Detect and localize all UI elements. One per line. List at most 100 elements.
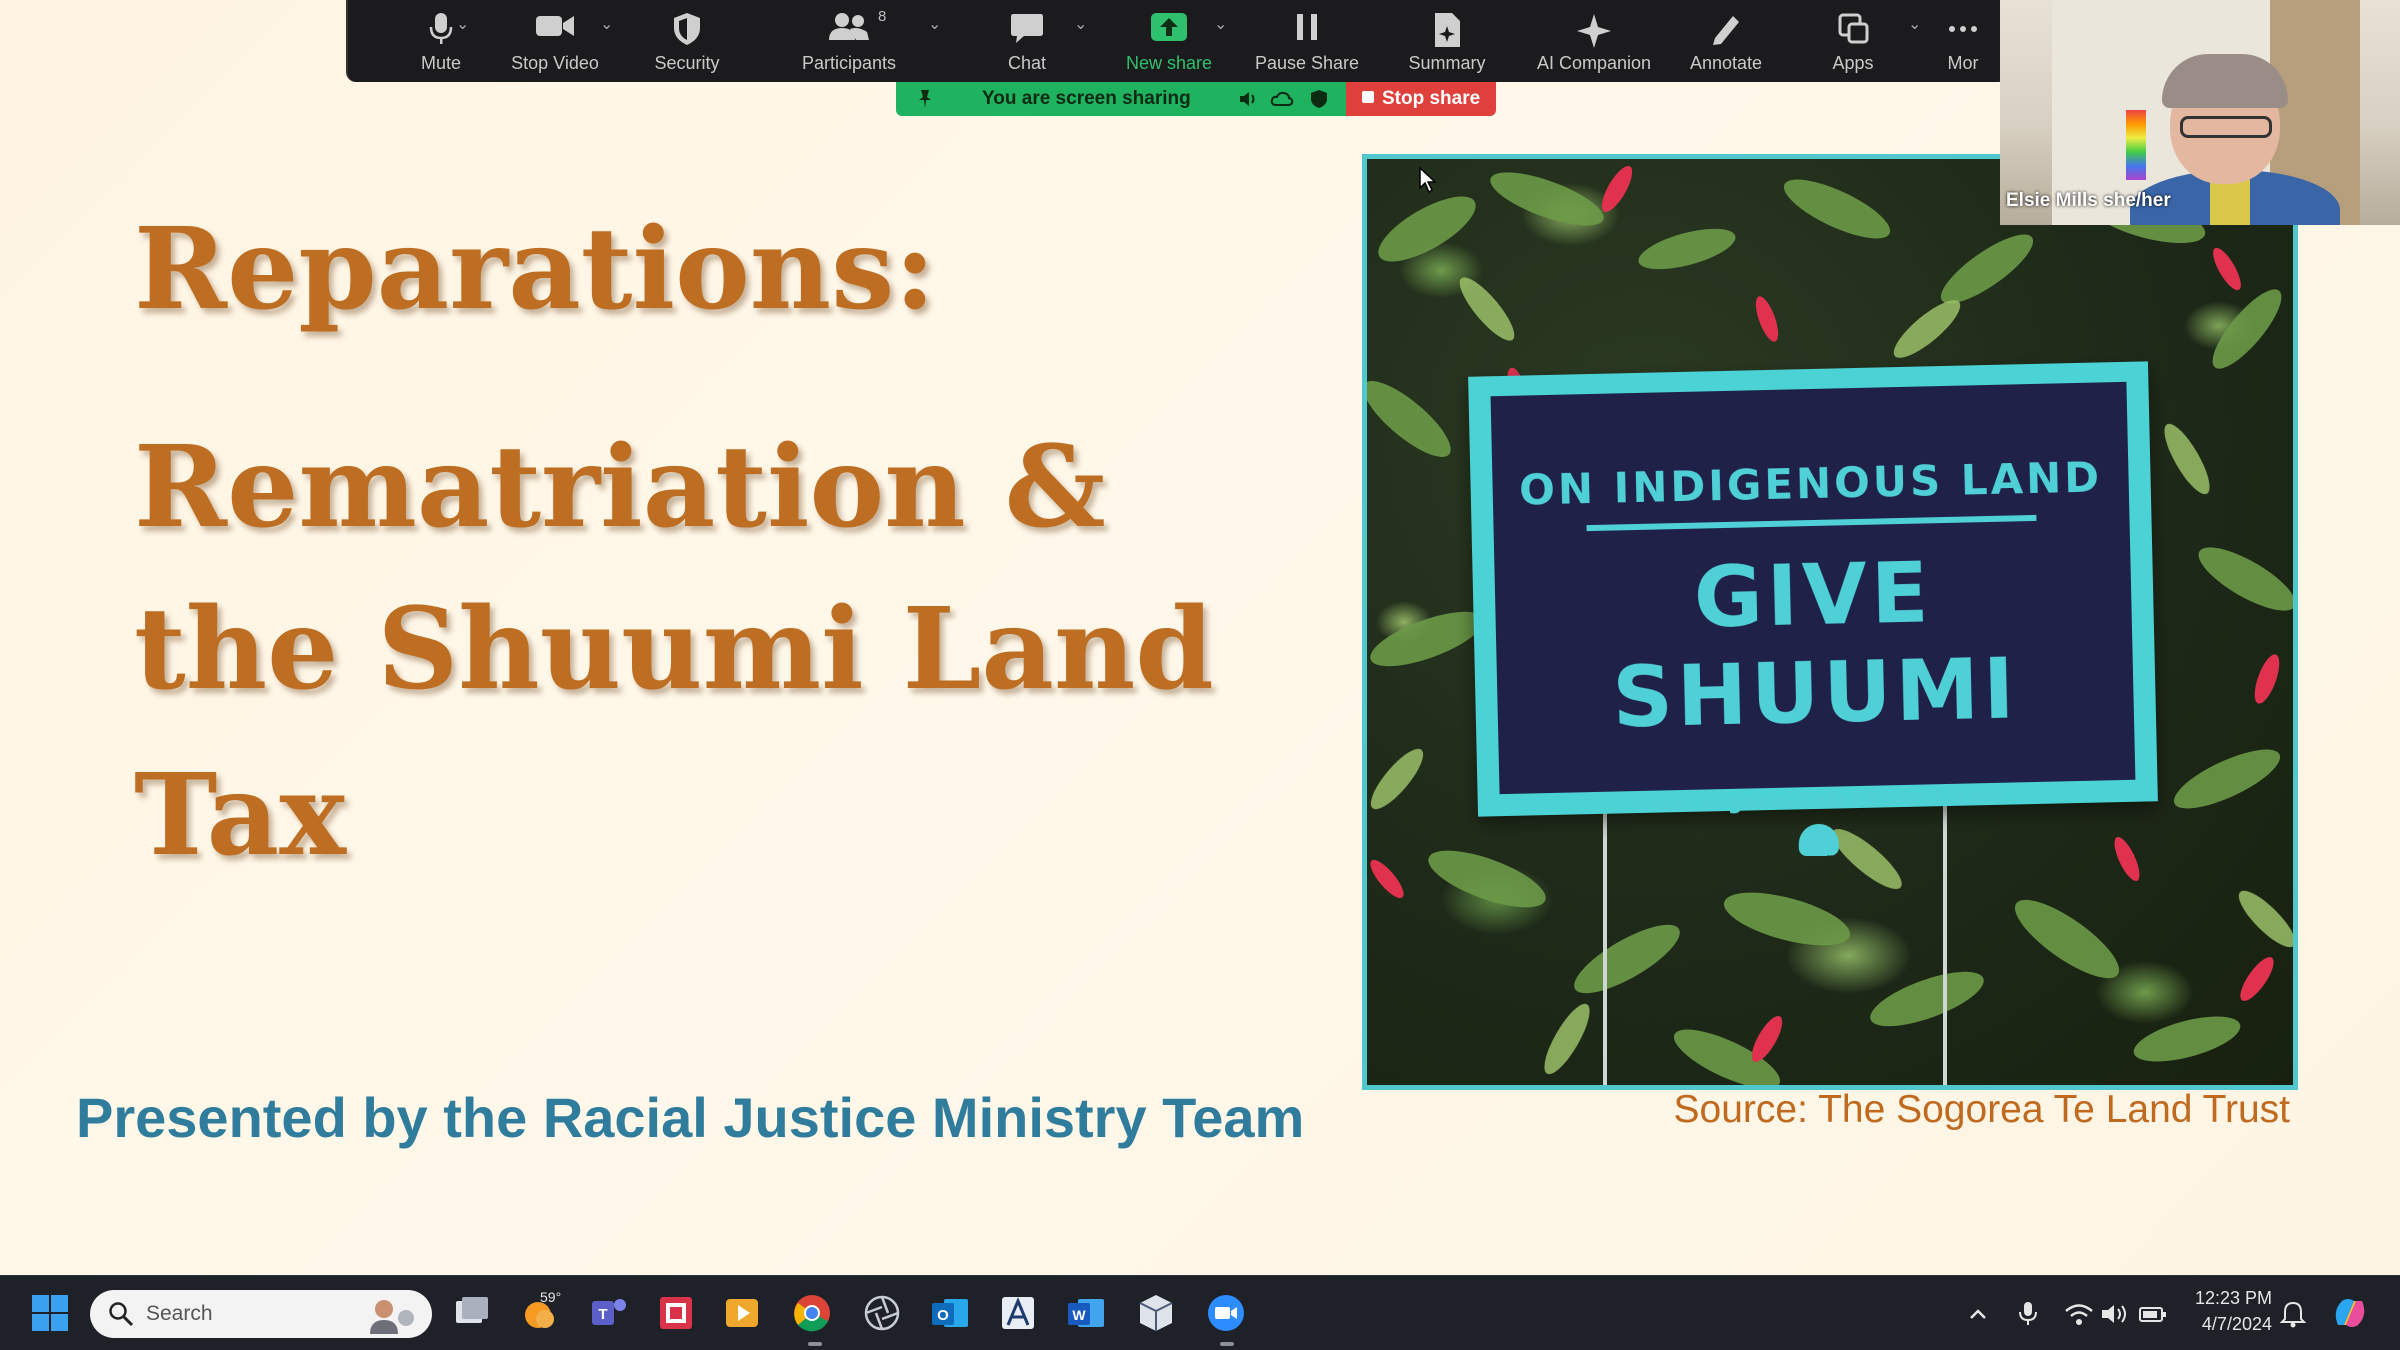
summary-doc-icon [1435, 13, 1460, 47]
shield-check-icon[interactable] [1310, 89, 1328, 109]
volume-icon[interactable] [2100, 1302, 2130, 1326]
svg-text:T: T [598, 1306, 607, 1323]
summary-button[interactable]: Summary [1382, 0, 1512, 82]
share-up-arrow-icon [1151, 13, 1187, 41]
battery-icon[interactable] [2138, 1302, 2168, 1326]
sign-divider [1586, 514, 2037, 532]
show-hidden-icons-chevron-icon[interactable] [1966, 1302, 1990, 1326]
task-view-icon[interactable] [450, 1291, 494, 1335]
search-placeholder: Search [146, 1302, 213, 1325]
slide-title-line-1: Reparations: [134, 204, 936, 335]
share-options-chevron-icon[interactable]: ⌄ [1214, 14, 1227, 33]
weather-temperature: 59° [540, 1289, 562, 1305]
clock-date[interactable]: 4/7/2024 [2202, 1314, 2272, 1335]
pause-icon [1297, 14, 1317, 40]
security-label: Security [654, 53, 720, 73]
presentation-app-icon[interactable] [654, 1291, 698, 1335]
stop-share-button[interactable]: Stop share [1346, 82, 1496, 116]
annotate-label: Annotate [1689, 53, 1763, 73]
shield-icon [674, 13, 700, 45]
ellipsis-icon [1949, 26, 1977, 32]
notification-bell-icon[interactable] [2280, 1300, 2306, 1328]
sign-stake-right [1943, 799, 1947, 1085]
speaker-icon[interactable] [1238, 90, 1258, 108]
participant-video-tile[interactable]: Elsie Mills she/her [2000, 0, 2400, 225]
pause-share-button[interactable]: Pause Share [1242, 0, 1372, 82]
outlook-icon[interactable]: O [928, 1291, 972, 1335]
ink-app-icon[interactable] [996, 1291, 1040, 1335]
sign-line-2: GIVE SHUUMI [1611, 543, 2020, 747]
sign-photo: ON INDIGENOUS LAND GIVE SHUUMI www.sogor… [1362, 154, 2298, 1090]
chat-label: Chat [1007, 53, 1047, 73]
more-label: Mor [1947, 53, 1979, 73]
chat-button[interactable]: Chat [962, 0, 1092, 82]
apps-options-chevron-icon[interactable]: ⌄ [1908, 14, 1921, 33]
participants-label: Participants [801, 53, 897, 73]
stop-video-label: Stop Video [511, 53, 599, 73]
clock-time[interactable]: 12:23 PM [2195, 1288, 2272, 1309]
mute-options-chevron-icon[interactable]: ⌄ [456, 14, 469, 33]
svg-text:W: W [1072, 1307, 1086, 1323]
video-options-chevron-icon[interactable]: ⌄ [600, 14, 613, 33]
sign-stake-left [1603, 799, 1607, 1085]
chat-options-chevron-icon[interactable]: ⌄ [1074, 14, 1087, 33]
tray-microphone-icon[interactable] [2016, 1300, 2040, 1328]
aperture-app-icon[interactable] [860, 1291, 904, 1335]
screen-sharing-status-text: You are screen sharing [982, 88, 1191, 109]
apps-label: Apps [1832, 53, 1874, 73]
package-app-icon[interactable] [1134, 1291, 1178, 1335]
yard-sign: ON INDIGENOUS LAND GIVE SHUUMI www.sogor… [1468, 361, 2158, 857]
participants-options-chevron-icon[interactable]: ⌄ [928, 14, 941, 33]
ai-companion-label: AI Companion [1536, 53, 1652, 73]
svg-text:O: O [937, 1307, 949, 1324]
presenter-credit: Presented by the Racial Justice Ministry… [76, 1086, 1305, 1149]
windows-start-icon[interactable] [28, 1291, 72, 1335]
pin-icon [919, 90, 931, 108]
wifi-icon[interactable] [2064, 1302, 2094, 1326]
weather-widget[interactable]: 59° [516, 1289, 576, 1335]
new-share-label: New share [1125, 53, 1213, 73]
word-icon[interactable]: W [1064, 1291, 1108, 1335]
chrome-icon[interactable] [790, 1291, 834, 1335]
slide-title-line-3: the Shuumi Land [134, 584, 1214, 715]
copilot-icon[interactable] [2328, 1291, 2372, 1335]
apps-button[interactable]: Apps [1788, 0, 1918, 82]
mouse-cursor-icon [1419, 166, 1437, 194]
video-camera-icon [536, 16, 574, 36]
slide-title-line-2: Rematriation & [134, 422, 1106, 553]
stop-video-button[interactable]: Stop Video [490, 0, 620, 82]
participant-name-label: Elsie Mills she/her [2006, 190, 2171, 211]
new-share-button[interactable]: New share [1104, 0, 1234, 82]
pencil-icon [1713, 16, 1739, 45]
apps-icon [1838, 13, 1869, 44]
chat-bubble-icon [1011, 14, 1043, 43]
screen-sharing-status-bar[interactable]: You are screen sharing [896, 82, 1346, 116]
zoom-app-icon[interactable] [1204, 1291, 1248, 1335]
security-button[interactable]: Security [622, 0, 752, 82]
participant-glasses [2180, 116, 2272, 138]
search-icon [109, 1302, 134, 1327]
annotate-button[interactable]: Annotate [1661, 0, 1791, 82]
zoom-running-indicator [1220, 1342, 1234, 1346]
participants-button[interactable]: Participants [784, 0, 914, 82]
taskbar-search-box[interactable]: Search [90, 1290, 432, 1338]
slide-title-line-4: Tax [134, 750, 346, 881]
ai-companion-button[interactable]: AI Companion [1529, 0, 1659, 82]
microphone-icon [429, 13, 453, 44]
mute-button[interactable]: Mute [376, 0, 506, 82]
summary-label: Summary [1408, 53, 1486, 73]
participant-hair [2162, 54, 2288, 108]
pause-share-label: Pause Share [1254, 53, 1360, 73]
sign-line-1: ON INDIGENOUS LAND [1518, 452, 2103, 515]
media-player-icon[interactable] [720, 1291, 764, 1335]
search-highlight-icon [370, 1300, 414, 1334]
video-rainbow-flag [2126, 110, 2146, 180]
teams-icon[interactable]: T [586, 1291, 630, 1335]
people-icon [829, 13, 869, 40]
participants-count: 8 [878, 8, 887, 25]
more-button[interactable]: Mor [1928, 0, 1998, 82]
cloud-icon[interactable] [1270, 91, 1294, 107]
zoom-meeting-toolbar: Mute ⌄ Stop Video ⌄ Security Participant… [346, 0, 2008, 82]
windows-taskbar: Search 59° T O W 12:23 PM 4/7/2024 [0, 1275, 2400, 1350]
stop-square-icon [1362, 91, 1374, 103]
